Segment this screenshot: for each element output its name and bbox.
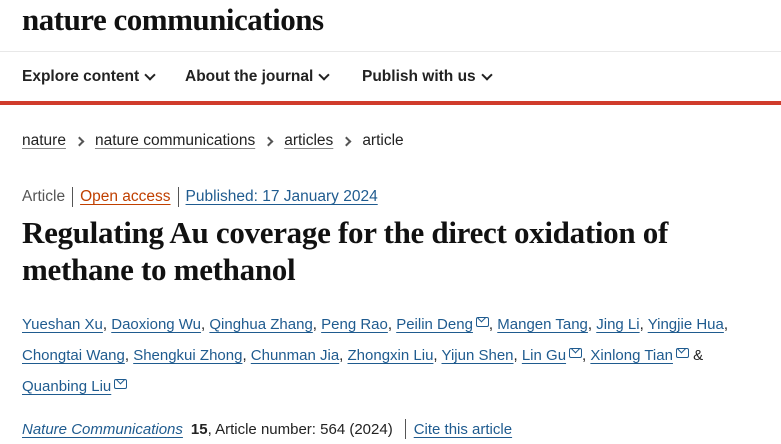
main-nav: Explore content About the journal Publis… <box>0 52 781 105</box>
divider <box>404 419 406 439</box>
author-link[interactable]: Quanbing Liu <box>22 378 111 395</box>
journal-name-link[interactable]: Nature Communications <box>22 421 183 438</box>
volume-number: 15 <box>190 420 208 438</box>
nav-label: Explore content <box>22 68 140 85</box>
nav-label: Publish with us <box>362 68 476 85</box>
author-link[interactable]: Chongtai Wang <box>22 347 125 364</box>
nav-about-journal[interactable]: About the journal <box>185 68 330 86</box>
author-link[interactable]: Yingjie Hua <box>648 316 724 333</box>
breadcrumb: nature nature communications articles ar… <box>22 132 404 150</box>
author-link[interactable]: Daoxiong Wu <box>111 316 201 333</box>
author-link[interactable]: Xinlong Tian <box>590 347 673 364</box>
published-date-link[interactable]: Published: 17 January 2024 <box>186 188 378 206</box>
author-list: Yueshan Xu, Daoxiong Wu, Qinghua Zhang, … <box>22 316 729 395</box>
nav-explore-content[interactable]: Explore content <box>22 68 156 86</box>
author-link[interactable]: Qinghua Zhang <box>209 316 312 333</box>
email-icon[interactable] <box>569 348 583 358</box>
author-link[interactable]: Jing Li <box>596 316 639 333</box>
author-link[interactable]: Shengkui Zhong <box>133 347 242 364</box>
nav-label: About the journal <box>185 68 314 85</box>
email-icon[interactable] <box>114 379 128 389</box>
author-link[interactable]: Peng Rao <box>321 316 388 333</box>
nav-publish-with-us[interactable]: Publish with us <box>362 68 493 86</box>
breadcrumb-current: article <box>362 132 404 149</box>
article-type: Article <box>22 188 66 205</box>
author-link[interactable]: Yueshan Xu <box>22 316 103 333</box>
site-header: nature communications <box>0 0 781 52</box>
author-link[interactable]: Yijun Shen <box>442 347 514 364</box>
author-conjunction: & <box>688 347 704 364</box>
article-meta: Article Open access Published: 17 Januar… <box>22 187 378 207</box>
article-number: , Article number: 564 (2024) <box>207 420 393 438</box>
divider <box>177 187 179 207</box>
breadcrumb-nature[interactable]: nature <box>22 132 66 150</box>
email-icon[interactable] <box>675 348 689 358</box>
cite-this-article-link[interactable]: Cite this article <box>414 421 512 438</box>
breadcrumb-articles[interactable]: articles <box>284 132 333 150</box>
email-icon[interactable] <box>475 317 489 327</box>
chevron-right-icon <box>74 136 85 146</box>
chevron-down-icon <box>318 69 330 81</box>
chevron-right-icon <box>341 136 352 146</box>
divider <box>72 187 74 207</box>
open-access-link[interactable]: Open access <box>80 188 170 206</box>
breadcrumb-nature-communications[interactable]: nature communications <box>95 132 255 150</box>
author-link[interactable]: Peilin Deng <box>396 316 473 333</box>
chevron-down-icon <box>144 69 156 81</box>
author-link[interactable]: Mangen Tang <box>497 316 588 333</box>
citation-line: Nature Communications 15 , Article numbe… <box>22 419 512 439</box>
author-link[interactable]: Chunman Jia <box>251 347 339 364</box>
author-link[interactable]: Zhongxin Liu <box>348 347 434 364</box>
article-title: Regulating Au coverage for the direct ox… <box>22 215 668 287</box>
chevron-right-icon <box>263 136 274 146</box>
author-link[interactable]: Lin Gu <box>522 347 566 364</box>
chevron-down-icon <box>481 69 493 81</box>
journal-logo[interactable]: nature communications <box>22 2 324 38</box>
